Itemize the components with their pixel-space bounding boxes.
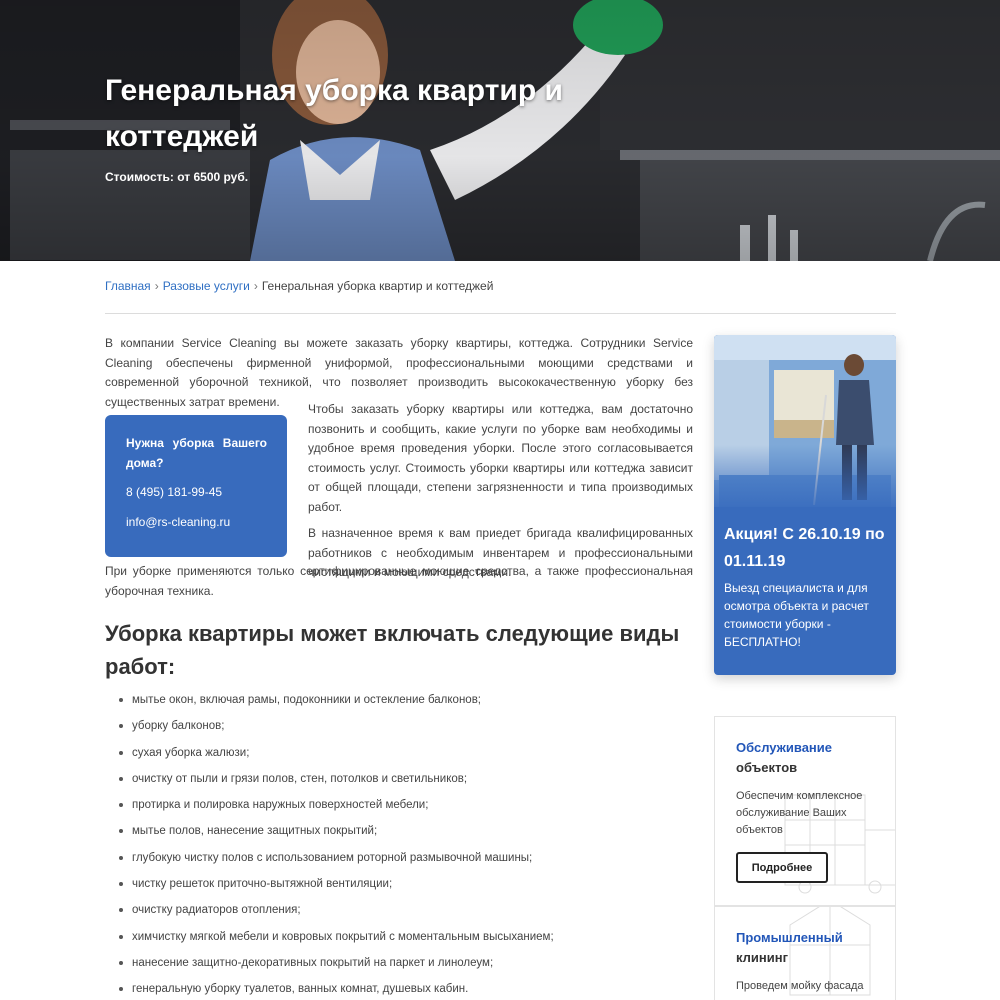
service-card-title-rest: клининг [736, 950, 789, 965]
service-card-title-accent: Обслуживание [736, 740, 833, 755]
divider [105, 313, 896, 314]
promo-title: Акция! С 26.10.19 по 01.11.19 [724, 526, 885, 570]
list-item: мытье полов, нанесение защитных покрытий… [105, 822, 693, 848]
page-title: Генеральная уборка квартир и коттеджей [105, 74, 563, 153]
breadcrumb-link-section[interactable]: Разовые услуги [163, 279, 250, 293]
list-item: химчистку мягкой мебели и ковровых покры… [105, 928, 693, 954]
certified-paragraph: При уборке применяются только сертифицир… [105, 564, 693, 598]
service-card-maintenance: Обслуживание объектов Обеспечим комплекс… [714, 716, 896, 906]
services-heading: Уборка квартиры может включать следующие… [105, 621, 680, 679]
price-label: Стоимость: от 6500 руб. [105, 170, 249, 184]
list-item: очистку от пыли и грязи полов, стен, пот… [105, 770, 693, 796]
promo-fade [714, 445, 896, 515]
service-card-industrial: Промышленный клининг Проведем мойку фаса… [714, 906, 896, 1000]
service-card-title: Обслуживание объектов [736, 738, 886, 778]
main-content: В компании Service Cleaning вы можете за… [105, 334, 693, 995]
service-card-title-accent: Промышленный [736, 930, 843, 945]
hero-banner: Генеральная уборка квартир и коттеджей С… [0, 0, 1000, 261]
promo-banner[interactable]: Акция! С 26.10.19 по 01.11.19 Выезд спец… [714, 335, 896, 675]
breadcrumb-current: Генеральная уборка квартир и коттеджей [261, 279, 494, 293]
contact-phone[interactable]: 8 (495) 181-99-45 [126, 483, 267, 503]
list-item: генеральную уборку туалетов, ванных комн… [105, 980, 693, 1000]
breadcrumb-link-home[interactable]: Главная [105, 279, 151, 293]
contact-card: Нужна уборка Вашего дома? 8 (495) 181-99… [105, 415, 287, 557]
order-paragraph: Чтобы заказать уборку квартиры или котте… [308, 402, 693, 514]
contact-card-title: Нужна уборка Вашего дома? [126, 436, 267, 470]
details-button[interactable]: Подробнее [736, 852, 828, 883]
list-item: мытье окон, включая рамы, подоконники и … [105, 691, 693, 717]
services-list: мытье окон, включая рамы, подоконники и … [105, 691, 693, 1000]
breadcrumb-separator: › [253, 279, 258, 293]
list-item: уборку балконов; [105, 717, 693, 743]
breadcrumb-separator: › [154, 279, 159, 293]
list-item: чистку решеток приточно-вытяжной вентиля… [105, 875, 693, 901]
list-item: протирка и полировка наружных поверхност… [105, 796, 693, 822]
list-item: нанесение защитно-декоративных покрытий … [105, 954, 693, 980]
list-item: глубокую чистку полов с использованием р… [105, 849, 693, 875]
breadcrumb: Главная › Разовые услуги › Генеральная уборк… [105, 279, 493, 293]
contact-email[interactable]: info@rs-cleaning.ru [126, 513, 267, 533]
service-card-title-rest: объектов [736, 760, 798, 775]
list-item: очистку радиаторов отопления; [105, 901, 693, 927]
service-card-description: Обеспечим комплексное обслуживание Ваших… [736, 790, 863, 836]
promo-text: Выезд специалиста и для осмотра объекта … [724, 581, 869, 649]
list-item: сухая уборка жалюзи; [105, 744, 693, 770]
service-card-description: Проведем мойку фасада [736, 980, 864, 992]
order-info: Чтобы заказать уборку квартиры или котте… [308, 400, 693, 583]
service-card-title: Промышленный клининг [736, 928, 886, 968]
